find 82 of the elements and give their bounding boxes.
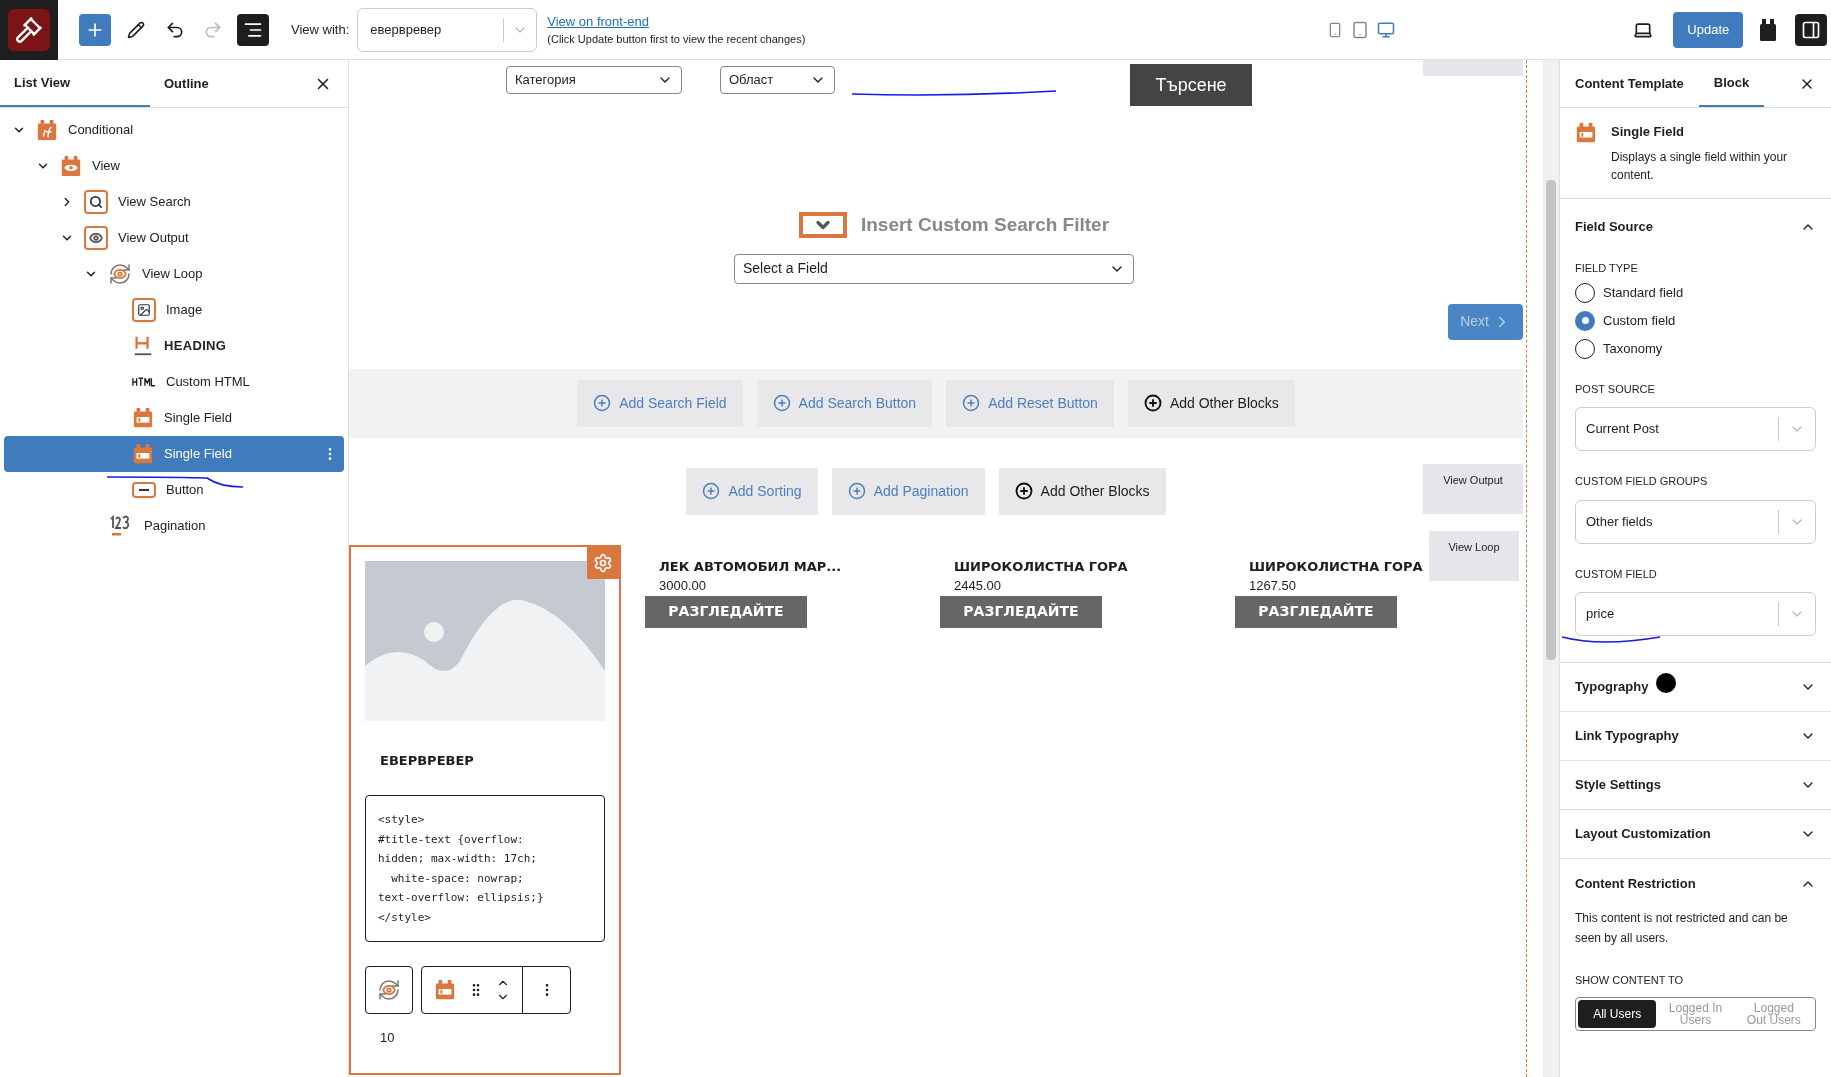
tree-item[interactable]: View Loop (4, 256, 344, 292)
tree-item[interactable]: Pagination (4, 508, 344, 544)
view-button[interactable]: РАЗГЛЕДАЙТЕ (940, 595, 1102, 628)
restriction-note: This content is not restricted and can be seen by all users. (1575, 910, 1789, 947)
section-title[interactable]: Typography (1575, 677, 1649, 697)
add-block-button[interactable]: Add Other Blocks (998, 467, 1166, 515)
field-label: CUSTOM FIELD (1575, 566, 1658, 582)
code-line: hidden; max-width: 17ch; (378, 851, 538, 867)
select-field[interactable]: Current Post (1575, 407, 1816, 451)
tree-item[interactable]: Custom HTML (4, 364, 344, 400)
field-label: FIELD TYPE (1575, 261, 1638, 274)
front-end-link[interactable]: View on front-end (547, 11, 806, 31)
view-button[interactable]: РАЗГЛЕДАЙТЕ (645, 595, 807, 628)
section-title[interactable]: Content Restriction (1575, 873, 1696, 894)
block-description: Displays a single field within your content. (1611, 148, 1789, 184)
tree-label: View (92, 157, 120, 176)
tree-label: Pagination (144, 517, 206, 536)
tree-label: View Output (118, 229, 189, 248)
field-label: POST SOURCE (1575, 381, 1656, 397)
tree-item[interactable]: HEADING (4, 328, 344, 364)
tree-label: HEADING (164, 337, 227, 356)
view-output-label: View Output (1423, 463, 1523, 514)
tree-item[interactable]: Single Field (4, 400, 344, 436)
search-button[interactable]: Търсене (1130, 64, 1252, 106)
segment-option[interactable]: All Users (1578, 999, 1657, 1028)
tree-item[interactable]: Single Field (4, 436, 344, 472)
tree-item[interactable]: Conditional (4, 112, 344, 148)
section-title[interactable]: Style Settings (1575, 775, 1661, 795)
count: 10 (380, 1029, 396, 1047)
radio-label: Taxonomy (1603, 339, 1663, 358)
card-heading: ЕВЕРВРЕВЕР (380, 751, 475, 770)
code-line: #title-text {overflow: (378, 831, 525, 848)
tree-item[interactable]: View (4, 148, 344, 184)
field-label: CUSTOM FIELD GROUPS (1575, 474, 1709, 489)
code-line: text-overflow: ellipsis;} (378, 890, 545, 906)
panel-tab[interactable]: List View (0, 60, 150, 107)
code-line: <style> (378, 812, 426, 828)
product-price: 3000.00 (659, 577, 706, 595)
selected-card[interactable]: ЕВЕРВРЕВЕР <style> #title-text {overflow: hidden; max-width: 17ch; white-space: nowrap; text-overflow: ellipsis;} </style> 10 (349, 544, 621, 1075)
tree-label: Single Field (164, 409, 232, 428)
view-button[interactable]: РАЗГЛЕДАЙТЕ (1235, 595, 1397, 628)
product-title: ШИРОКОЛИСТНА ГОРА (1249, 557, 1423, 576)
update-button[interactable]: Update (1673, 11, 1744, 48)
search-select[interactable]: Област (720, 66, 835, 94)
tree-item[interactable]: Button (4, 472, 344, 508)
product-title: ШИРОКОЛИСТНА ГОРА (954, 557, 1128, 576)
product-price: 2445.00 (954, 577, 1001, 595)
product-price: 1267.50 (1249, 577, 1296, 595)
add-block-button[interactable]: Add Other Blocks (1127, 379, 1295, 427)
product-title: ЛЕК АВТОМОБИЛ МАР... (659, 557, 842, 576)
tree-item[interactable]: View Output (4, 220, 344, 256)
select-field[interactable]: Other fields (1575, 499, 1816, 544)
tree-label: View Search (118, 193, 191, 212)
tree-item[interactable]: View Search (4, 184, 344, 220)
radio-label: Custom field (1603, 311, 1676, 330)
select-field[interactable]: price (1575, 592, 1816, 636)
panel-tab[interactable]: Outline (150, 60, 300, 107)
section-title[interactable]: Field Source (1575, 216, 1654, 237)
radio-label: Standard field (1603, 283, 1684, 302)
filter-title: Insert Custom Search Filter (860, 213, 1110, 237)
section-title[interactable]: Layout Customization (1575, 824, 1711, 844)
panel-tab[interactable]: Block (1698, 60, 1765, 107)
view-loop-label: View Loop (1429, 530, 1519, 581)
block-title: Single Field (1611, 123, 1685, 141)
code-line: </style> (378, 909, 432, 926)
search-select[interactable]: Категория (506, 66, 682, 94)
tree-label: Custom HTML (166, 373, 250, 392)
tree-label: Button (166, 481, 204, 500)
section-title[interactable]: Link Typography (1575, 726, 1679, 746)
tree-item[interactable]: Image (4, 292, 344, 328)
tree-label: Image (166, 301, 203, 320)
front-end-note: (Click Update button first to view the recent changes) (547, 32, 806, 47)
code-line: white-space: nowrap; (390, 870, 525, 887)
tree-label: Single Field (164, 445, 232, 464)
view-with-label: View with: (291, 20, 350, 39)
add-block-button[interactable]: Add Pagination (831, 467, 985, 515)
field-label: SHOW CONTENT TO (1575, 973, 1685, 988)
tree-label: View Loop (142, 265, 203, 284)
view-with-select[interactable]: евервревер (357, 7, 538, 52)
tree-label: Conditional (68, 121, 134, 140)
panel-tab[interactable]: Content Template (1560, 60, 1699, 107)
field-select[interactable]: Select a Field (734, 253, 1134, 284)
